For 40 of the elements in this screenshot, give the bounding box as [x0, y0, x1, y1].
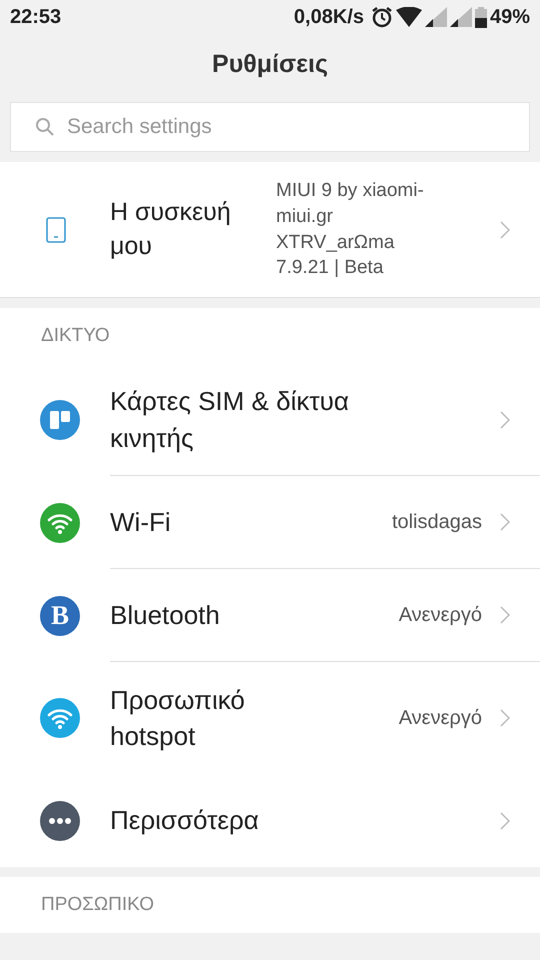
chevron-icon	[500, 606, 510, 624]
section-header: ΠΡΟΣΩΠΙΚΟ	[41, 894, 154, 916]
settings-row[interactable]: Προσωπικό hotspot Ανενεργό	[0, 662, 540, 774]
row-label: Wi-Fi	[110, 506, 172, 539]
section-header: ΔΙΚΤΥΟ	[41, 325, 110, 347]
more-icon	[40, 800, 80, 840]
device-detail: MIUI 9 by xiaomi-miui.gr XTRV_arΩma 7.9.21 | Beta	[276, 179, 425, 280]
alarm-icon	[370, 6, 393, 28]
settings-row[interactable]: Wi-Fi tolisdagas	[0, 476, 540, 569]
row-label: Κάρτες SIM & δίκτυα κινητής	[110, 385, 350, 454]
search-icon	[35, 117, 55, 137]
sim-card-icon	[40, 400, 80, 440]
settings-row[interactable]: Κάρτες SIM & δίκτυα κινητής	[0, 364, 540, 476]
cell-signal-icon	[450, 7, 472, 27]
row-value: tolisdagas	[392, 510, 482, 534]
chevron-icon	[500, 220, 510, 238]
settings-row[interactable]: B Bluetooth Ανενεργό	[0, 569, 540, 662]
wifi-signal-icon	[396, 7, 422, 27]
device-row[interactable]: Η συσκευή μου MIUI 9 by xiaomi-miui.gr XTRV_arΩma 7.9.21 | Beta	[0, 162, 540, 298]
battery-level: 49%	[490, 6, 530, 28]
network-speed: 0,08K/s	[294, 6, 364, 28]
phone-icon	[46, 216, 66, 242]
wifi-icon	[40, 502, 80, 542]
wifi-icon	[40, 698, 80, 738]
row-value: Ανενεργό	[398, 604, 482, 626]
bluetooth-icon: B	[40, 596, 80, 636]
row-label: Περισσότερα	[110, 804, 260, 838]
page-title: Ρυθμίσεις	[212, 50, 328, 78]
settings-row[interactable]: Περισσότερα	[0, 774, 540, 867]
row-value: Ανενεργό	[398, 706, 482, 730]
row-label: Bluetooth	[110, 598, 221, 632]
status-time: 22:53	[10, 6, 62, 28]
chevron-icon	[500, 513, 510, 531]
device-label: Η συσκευή μου	[110, 196, 232, 262]
chevron-icon	[500, 410, 510, 428]
chevron-icon	[500, 709, 510, 727]
battery-icon	[474, 6, 487, 28]
cell-signal-icon	[424, 7, 447, 27]
chevron-icon	[500, 812, 510, 830]
row-label: Προσωπικό hotspot	[110, 684, 246, 753]
